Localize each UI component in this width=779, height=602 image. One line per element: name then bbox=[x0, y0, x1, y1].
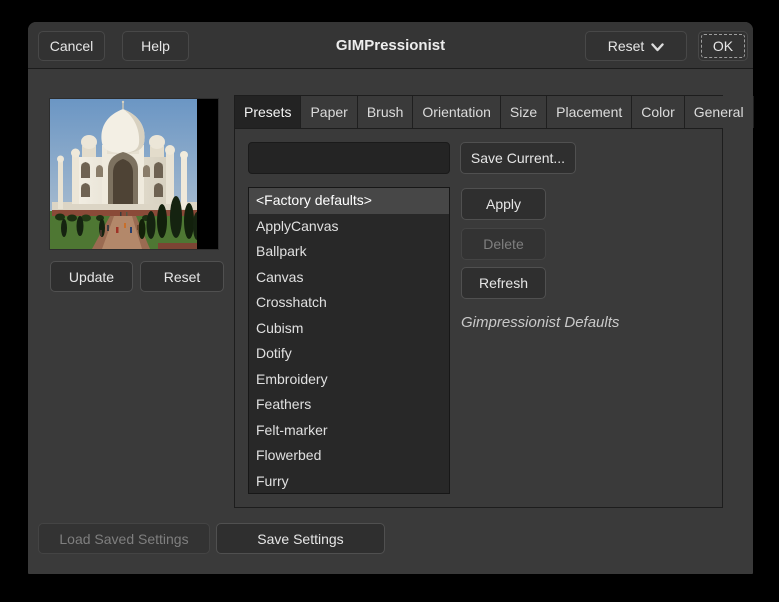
dialog-header-bar: Cancel Help GIMPressionist Reset OK bbox=[28, 22, 753, 69]
ok-button[interactable]: OK bbox=[698, 31, 748, 61]
reset-dropdown-button[interactable]: Reset bbox=[585, 31, 687, 61]
preset-item-felt-marker[interactable]: Felt-marker bbox=[249, 418, 449, 444]
save-current-button[interactable]: Save Current... bbox=[460, 142, 576, 174]
delete-button[interactable]: Delete bbox=[461, 228, 546, 260]
update-preview-button[interactable]: Update bbox=[50, 261, 133, 292]
tab-brush[interactable]: Brush bbox=[357, 96, 414, 128]
chevron-down-icon bbox=[651, 42, 664, 52]
preset-item-ballpark[interactable]: Ballpark bbox=[249, 239, 449, 265]
tab-orientation[interactable]: Orientation bbox=[413, 96, 501, 128]
load-saved-settings-button[interactable]: Load Saved Settings bbox=[38, 523, 210, 554]
save-settings-button[interactable]: Save Settings bbox=[216, 523, 385, 554]
preset-item-dotify[interactable]: Dotify bbox=[249, 341, 449, 367]
gimpressionist-dialog: Cancel Help GIMPressionist Reset OK Upda… bbox=[28, 22, 754, 574]
preset-item-cubism[interactable]: Cubism bbox=[249, 316, 449, 342]
preset-item-crosshatch[interactable]: Crosshatch bbox=[249, 290, 449, 316]
refresh-button[interactable]: Refresh bbox=[461, 267, 546, 299]
tab-color[interactable]: Color bbox=[632, 96, 685, 128]
screen-backdrop: Cancel Help GIMPressionist Reset OK Upda… bbox=[0, 0, 779, 602]
apply-button[interactable]: Apply bbox=[461, 188, 546, 220]
tab-size[interactable]: Size bbox=[500, 96, 548, 128]
preset-item-factory-defaults[interactable]: <Factory defaults> bbox=[249, 188, 449, 214]
preview-image bbox=[49, 98, 219, 250]
reset-dropdown-label: Reset bbox=[607, 38, 645, 54]
reset-preview-button[interactable]: Reset bbox=[140, 261, 224, 292]
tab-presets[interactable]: Presets bbox=[235, 96, 302, 128]
tab-strip: Presets Paper Brush Orientation Size Placemen… bbox=[235, 96, 754, 129]
preset-description: Gimpressionist Defaults bbox=[461, 314, 620, 331]
preset-item-furry[interactable]: Furry bbox=[249, 469, 449, 494]
help-button[interactable]: Help bbox=[122, 31, 189, 61]
settings-notebook: Presets Paper Brush Orientation Size Placemen… bbox=[234, 95, 754, 508]
preset-item-embroidery[interactable]: Embroidery bbox=[249, 367, 449, 393]
tab-placement[interactable]: Placement bbox=[547, 96, 633, 128]
presets-list[interactable]: <Factory defaults> ApplyCanvas Ballpark Can… bbox=[248, 187, 450, 494]
cancel-button[interactable]: Cancel bbox=[38, 31, 105, 61]
preset-item-canvas[interactable]: Canvas bbox=[249, 265, 449, 291]
preset-item-applycanvas[interactable]: ApplyCanvas bbox=[249, 214, 449, 240]
preset-item-flowerbed[interactable]: Flowerbed bbox=[249, 443, 449, 469]
tab-paper[interactable]: Paper bbox=[301, 96, 358, 128]
tab-general[interactable]: General bbox=[684, 96, 754, 128]
preset-item-feathers[interactable]: Feathers bbox=[249, 392, 449, 418]
preset-name-input[interactable] bbox=[248, 142, 450, 174]
